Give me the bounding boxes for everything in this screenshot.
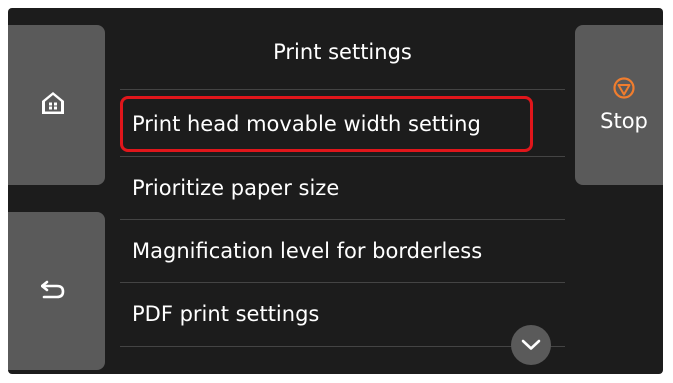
menu-item-label: Prioritize paper size: [132, 176, 340, 200]
stop-label: Stop: [600, 109, 648, 133]
back-arrow-icon: [40, 278, 65, 304]
menu-item-prioritize-paper-size[interactable]: Prioritize paper size: [120, 157, 565, 219]
menu-item-pdf-print-settings[interactable]: PDF print settings: [120, 283, 565, 345]
scroll-down-button[interactable]: [511, 325, 551, 365]
menu-item-magnification-level-for-borderless[interactable]: Magnification level for borderless: [120, 220, 565, 282]
frame: Stop Print settings Print head movable w…: [0, 0, 673, 383]
printer-touchscreen: Stop Print settings Print head movable w…: [8, 8, 663, 374]
back-button[interactable]: [8, 212, 105, 370]
divider: [120, 89, 565, 90]
menu-item-label: PDF print settings: [132, 302, 320, 326]
page-title: Print settings: [273, 40, 412, 64]
menu-item-label: Print head movable width setting: [132, 112, 481, 136]
divider: [120, 346, 565, 347]
home-icon: [40, 90, 66, 120]
home-button[interactable]: [8, 25, 105, 185]
chevron-down-icon: [521, 336, 541, 355]
menu-item-print-head-movable-width-setting[interactable]: Print head movable width setting: [120, 96, 533, 152]
menu-item-label: Magnification level for borderless: [132, 239, 483, 263]
stop-icon: [613, 77, 635, 103]
stop-button[interactable]: Stop: [575, 25, 663, 185]
